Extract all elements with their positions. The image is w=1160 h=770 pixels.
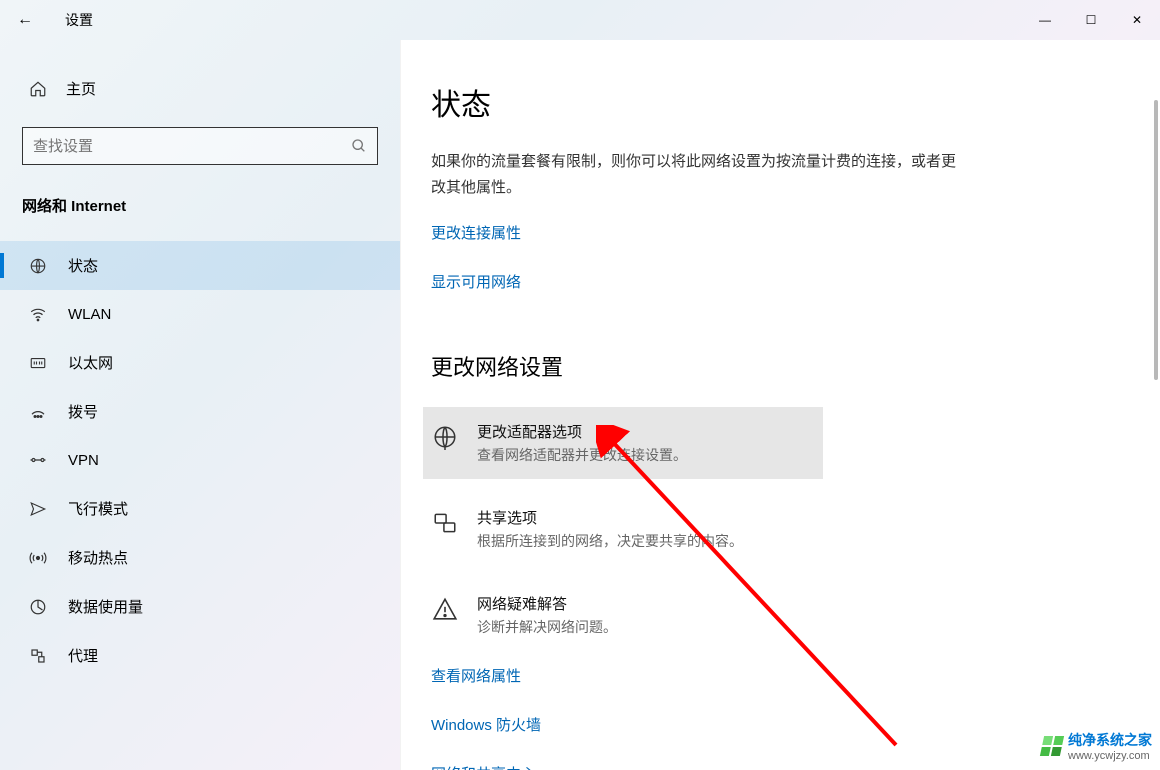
maximize-button[interactable]: ☐	[1068, 4, 1114, 36]
vpn-icon	[28, 450, 48, 470]
option-desc: 根据所连接到的网络，决定要共享的内容。	[477, 531, 743, 551]
home-icon	[28, 79, 48, 99]
watermark-brand: 纯净系统之家	[1068, 730, 1152, 750]
sidebar-item-label: 以太网	[68, 352, 113, 373]
search-icon	[351, 138, 367, 154]
sidebar-item-label: VPN	[68, 452, 99, 469]
watermark-url: www.ycwjzy.com	[1068, 750, 1152, 762]
sidebar-item-wlan[interactable]: WLAN	[0, 290, 400, 338]
sidebar-item-status[interactable]: 状态	[0, 241, 400, 290]
option-troubleshoot[interactable]: 网络疑难解答 诊断并解决网络问题。	[423, 579, 823, 651]
close-button[interactable]: ✕	[1114, 4, 1160, 36]
link-view-properties[interactable]: 查看网络属性	[431, 665, 521, 686]
dialup-icon	[28, 402, 48, 422]
sidebar-item-datausage[interactable]: 数据使用量	[0, 582, 400, 631]
option-desc: 查看网络适配器并更改连接设置。	[477, 445, 687, 465]
home-label: 主页	[66, 78, 96, 99]
option-title: 更改适配器选项	[477, 421, 687, 442]
sidebar-item-vpn[interactable]: VPN	[0, 436, 400, 484]
sidebar-item-proxy[interactable]: 代理	[0, 631, 400, 680]
window-title: 设置	[65, 10, 93, 30]
sidebar-item-label: 飞行模式	[68, 498, 128, 519]
back-button[interactable]: ←	[10, 5, 40, 35]
minimize-button[interactable]: —	[1022, 4, 1068, 36]
content-panel: 状态 如果你的流量套餐有限制，则你可以将此网络设置为按流量计费的连接，或者更改其…	[400, 40, 1160, 770]
sidebar: 主页 网络和 Internet 状态 WLAN	[0, 40, 400, 770]
sidebar-item-label: 数据使用量	[68, 596, 143, 617]
scrollbar[interactable]	[1154, 100, 1158, 380]
airplane-icon	[28, 499, 48, 519]
option-adapter[interactable]: 更改适配器选项 查看网络适配器并更改连接设置。	[423, 407, 823, 479]
sidebar-item-label: 移动热点	[68, 547, 128, 568]
wifi-icon	[28, 304, 48, 324]
hotspot-icon	[28, 548, 48, 568]
sidebar-item-label: 代理	[68, 645, 98, 666]
troubleshoot-icon	[431, 595, 459, 623]
option-title: 网络疑难解答	[477, 593, 617, 614]
sidebar-item-label: 状态	[68, 255, 98, 276]
sidebar-item-dialup[interactable]: 拨号	[0, 387, 400, 436]
option-title: 共享选项	[477, 507, 743, 528]
home-link[interactable]: 主页	[0, 70, 400, 107]
datausage-icon	[28, 597, 48, 617]
link-firewall[interactable]: Windows 防火墙	[431, 714, 541, 735]
sidebar-item-label: WLAN	[68, 306, 111, 323]
link-sharing-center[interactable]: 网络和共享中心	[431, 763, 536, 770]
sidebar-item-airplane[interactable]: 飞行模式	[0, 484, 400, 533]
globe-icon	[28, 256, 48, 276]
link-available-networks[interactable]: 显示可用网络	[431, 271, 521, 292]
search-box[interactable]	[22, 127, 378, 165]
category-title: 网络和 Internet	[0, 185, 400, 241]
link-connection-properties[interactable]: 更改连接属性	[431, 222, 521, 243]
page-title: 状态	[431, 80, 1130, 124]
intro-text: 如果你的流量套餐有限制，则你可以将此网络设置为按流量计费的连接，或者更改其他属性…	[431, 149, 961, 200]
titlebar: ← 设置 — ☐ ✕	[0, 0, 1160, 40]
sidebar-item-hotspot[interactable]: 移动热点	[0, 533, 400, 582]
option-sharing[interactable]: 共享选项 根据所连接到的网络，决定要共享的内容。	[423, 493, 823, 565]
sidebar-item-ethernet[interactable]: 以太网	[0, 338, 400, 387]
section-title-change: 更改网络设置	[431, 350, 1130, 382]
watermark: 纯净系统之家 www.ycwjzy.com	[1042, 730, 1152, 762]
option-desc: 诊断并解决网络问题。	[477, 617, 617, 637]
ethernet-icon	[28, 353, 48, 373]
search-input[interactable]	[33, 138, 351, 155]
watermark-logo-icon	[1040, 736, 1064, 756]
proxy-icon	[28, 646, 48, 666]
nav-list: 状态 WLAN 以太网 拨号 VPN	[0, 241, 400, 680]
sharing-icon	[431, 509, 459, 537]
sidebar-item-label: 拨号	[68, 401, 98, 422]
adapter-icon	[431, 423, 459, 451]
